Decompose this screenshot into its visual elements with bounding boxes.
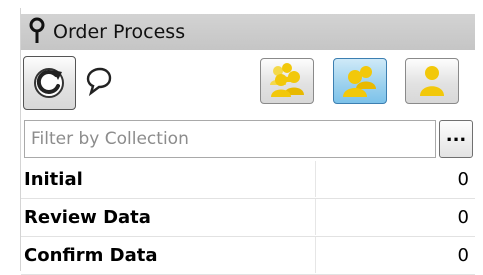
- panel-title-bar[interactable]: Order Process: [21, 14, 475, 50]
- team-button[interactable]: [333, 58, 387, 104]
- refresh-button[interactable]: [23, 56, 76, 110]
- filter-input[interactable]: [25, 121, 435, 157]
- state-count: 0: [457, 245, 469, 266]
- single-user-button[interactable]: [405, 58, 459, 104]
- state-label: Confirm Data: [24, 245, 158, 266]
- column-divider: [315, 199, 316, 235]
- order-process-panel: Order Process Filter by Collection ... I…: [20, 8, 475, 275]
- team-icon: [343, 66, 376, 97]
- more-options-button[interactable]: ...: [439, 120, 473, 158]
- user-group-icon: [270, 63, 304, 97]
- state-count: 0: [457, 207, 469, 228]
- comment-icon[interactable]: [83, 66, 113, 97]
- filter-by-collection-field[interactable]: [24, 120, 436, 158]
- column-divider: [315, 237, 316, 273]
- state-row-initial[interactable]: Initial 0: [21, 161, 475, 199]
- state-row-confirm-data[interactable]: Confirm Data 0: [21, 237, 475, 275]
- state-row-review-data[interactable]: Review Data 0: [21, 199, 475, 237]
- state-label: Review Data: [24, 207, 151, 228]
- pin-icon[interactable]: [27, 17, 49, 47]
- refresh-icon: [34, 68, 64, 98]
- panel-toolbar: [21, 54, 475, 114]
- state-list: Initial 0 Review Data 0 Confirm Data 0: [21, 161, 475, 275]
- all-users-button[interactable]: [260, 58, 314, 104]
- state-count: 0: [457, 169, 469, 190]
- state-label: Initial: [24, 169, 83, 190]
- column-divider: [315, 161, 316, 197]
- panel-title: Order Process: [53, 21, 186, 43]
- user-icon: [420, 66, 444, 96]
